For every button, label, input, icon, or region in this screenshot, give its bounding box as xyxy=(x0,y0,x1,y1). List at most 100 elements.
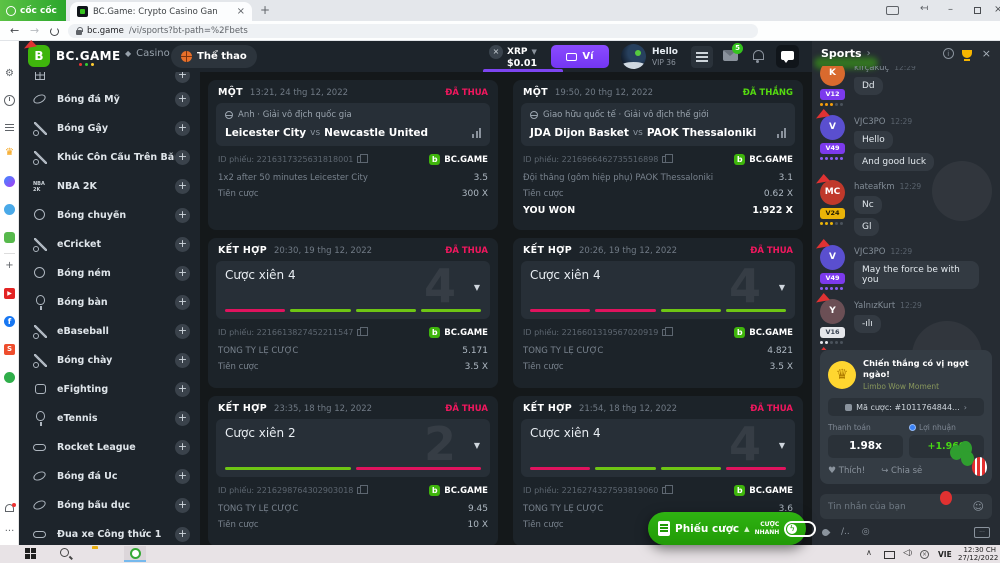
add-favorite-button[interactable]: + xyxy=(175,237,190,252)
sidebar-item[interactable]: NBA 2K NBA 2K + xyxy=(19,172,200,201)
reading-list-icon[interactable] xyxy=(4,122,15,133)
sidebar-item[interactable]: Bóng đá Úc + xyxy=(19,462,200,491)
rules-icon[interactable]: ∕.. xyxy=(841,527,850,537)
copy-icon[interactable] xyxy=(357,329,363,336)
new-tab-button[interactable]: + xyxy=(260,3,270,17)
match-panel[interactable]: Anh · Giải vô địch quốc gia Leicester Ci… xyxy=(216,103,490,146)
username[interactable]: Hello xyxy=(652,47,678,57)
emoji-icon[interactable]: ☺ xyxy=(973,500,984,513)
close-chat-icon[interactable]: × xyxy=(982,47,991,60)
chat-room-title[interactable]: Sports xyxy=(821,47,862,60)
avatar[interactable]: MC xyxy=(820,180,845,205)
facebook-icon[interactable]: f xyxy=(4,316,15,327)
combo-panel[interactable]: Cược xiên 4 4 ▼ xyxy=(521,419,795,477)
copy-icon[interactable] xyxy=(662,487,668,494)
add-favorite-button[interactable]: + xyxy=(175,208,190,223)
browser-tab[interactable]: BC.Game: Crypto Casino Gan × xyxy=(70,2,252,21)
crown-rewards-icon[interactable]: ♛ xyxy=(4,147,15,158)
forward-button[interactable]: → xyxy=(30,24,39,37)
more-options-icon[interactable]: ··· xyxy=(4,526,15,537)
tab-close-icon[interactable]: × xyxy=(237,6,245,17)
add-favorite-button[interactable]: + xyxy=(175,295,190,310)
tray-expand-icon[interactable]: ∧ xyxy=(866,548,872,557)
bell-icon[interactable] xyxy=(753,50,764,60)
rain-icon[interactable] xyxy=(821,527,831,537)
sidebar-item[interactable]: Đua xe Công thức 1 + xyxy=(19,520,200,545)
bcgame-logo-text[interactable]: BC.GAME xyxy=(56,49,121,63)
coccoc-taskbar-icon[interactable] xyxy=(124,546,146,562)
add-favorite-button[interactable]: + xyxy=(175,353,190,368)
sidebar-item[interactable]: Bóng chày + xyxy=(19,346,200,375)
avatar[interactable]: Y xyxy=(820,299,845,324)
avatar[interactable]: K xyxy=(820,66,845,86)
match-panel[interactable]: Giao hữu quốc tế · Giải vô địch thế giới… xyxy=(521,103,795,146)
bet-code-pill[interactable]: Mã cược: #1011764844...› xyxy=(828,398,984,416)
combo-panel[interactable]: Cược xiên 4 4 ▼ xyxy=(521,261,795,319)
sidebar-item[interactable]: eFighting + xyxy=(19,375,200,404)
refresh-button[interactable] xyxy=(50,27,59,36)
gif-keyboard-icon[interactable]: ··· xyxy=(974,527,990,538)
add-favorite-button[interactable]: + xyxy=(175,440,190,455)
sidebar-item[interactable]: Bóng chuyền + xyxy=(19,201,200,230)
avatar[interactable]: V xyxy=(820,115,845,140)
add-favorite-button[interactable]: + xyxy=(175,527,190,542)
sidebar-item[interactable]: Bóng bàn + xyxy=(19,288,200,317)
volume-icon[interactable]: ◁) xyxy=(903,548,912,558)
minimize-button[interactable]: – xyxy=(948,4,953,15)
strip-bell-icon[interactable] xyxy=(5,504,14,512)
back-button[interactable]: ← xyxy=(10,24,19,37)
add-favorite-button[interactable]: + xyxy=(175,72,190,83)
chat-toggle-button[interactable] xyxy=(776,45,799,68)
sidebar-item[interactable]: Khúc Côn Cầu Trên Băng + xyxy=(19,143,200,172)
wallet-button[interactable]: Ví xyxy=(551,45,609,68)
stats-icon[interactable] xyxy=(472,128,481,138)
add-favorite-button[interactable]: + xyxy=(175,411,190,426)
sidebar-item-partial[interactable]: + xyxy=(19,72,200,85)
chevron-right-icon[interactable]: › xyxy=(867,48,871,59)
expand-caret-icon[interactable]: ▼ xyxy=(779,283,785,292)
currency-selector[interactable]: ×XRP▼ xyxy=(489,45,537,59)
chat-username[interactable]: VJC3PO xyxy=(854,247,885,257)
copy-icon[interactable] xyxy=(357,156,363,163)
tab-casino[interactable]: ◆Casino xyxy=(125,48,170,59)
add-favorite-button[interactable]: + xyxy=(175,150,190,165)
network-icon[interactable] xyxy=(884,551,895,559)
add-favorite-button[interactable]: + xyxy=(175,121,190,136)
copy-icon[interactable] xyxy=(357,487,363,494)
youtube-icon[interactable]: ▶ xyxy=(4,288,15,299)
add-shortcut-icon[interactable]: + xyxy=(4,260,15,271)
add-favorite-button[interactable]: + xyxy=(175,469,190,484)
add-favorite-button[interactable]: + xyxy=(175,92,190,107)
messenger-icon[interactable] xyxy=(4,176,15,187)
chat-username[interactable]: YalnızKurt xyxy=(854,301,895,311)
history-clock-icon[interactable] xyxy=(4,95,15,106)
close-window-button[interactable]: × xyxy=(994,4,1000,15)
gamepad-icon[interactable] xyxy=(4,232,15,243)
share-button[interactable]: ↪ Chia sẻ xyxy=(881,466,922,476)
avatar[interactable]: V xyxy=(820,245,845,270)
sidebar-item[interactable]: Bóng bầu dục + xyxy=(19,491,200,520)
tab-sports[interactable]: Thể thao xyxy=(171,45,257,68)
sidebar-item[interactable]: Rocket League + xyxy=(19,433,200,462)
taskbar-clock[interactable]: 12:30 CH27/12/2022 xyxy=(958,546,996,563)
language-indicator[interactable]: VIE xyxy=(938,550,952,559)
add-favorite-button[interactable]: + xyxy=(175,382,190,397)
start-button[interactable] xyxy=(25,548,36,559)
bcgame-logo-icon[interactable]: B xyxy=(28,45,50,67)
settings-gear-icon[interactable]: ⚙ xyxy=(4,68,15,79)
add-favorite-button[interactable]: + xyxy=(175,498,190,513)
shopee-icon[interactable]: S xyxy=(4,344,15,355)
tray-app-icon[interactable]: × xyxy=(920,550,929,559)
chat-input[interactable]: Tin nhắn của bạn ☺ xyxy=(820,494,992,519)
sidebar-item[interactable]: Bóng đá Mỹ + xyxy=(19,85,200,114)
trophy-icon[interactable] xyxy=(962,50,972,58)
bet-list-button[interactable] xyxy=(691,46,713,68)
like-button[interactable]: ♥ Thích! xyxy=(828,466,865,476)
coin-tip-icon[interactable]: ◎ xyxy=(862,527,870,537)
user-avatar[interactable] xyxy=(621,44,646,69)
combo-panel[interactable]: Cược xiên 2 2 ▼ xyxy=(216,419,490,477)
chat-username[interactable]: kırçakuç xyxy=(854,66,889,73)
coccoc-brand-button[interactable]: cốc cốc xyxy=(0,0,66,21)
stats-icon[interactable] xyxy=(777,128,786,138)
taskbar-search-icon[interactable] xyxy=(60,548,69,557)
